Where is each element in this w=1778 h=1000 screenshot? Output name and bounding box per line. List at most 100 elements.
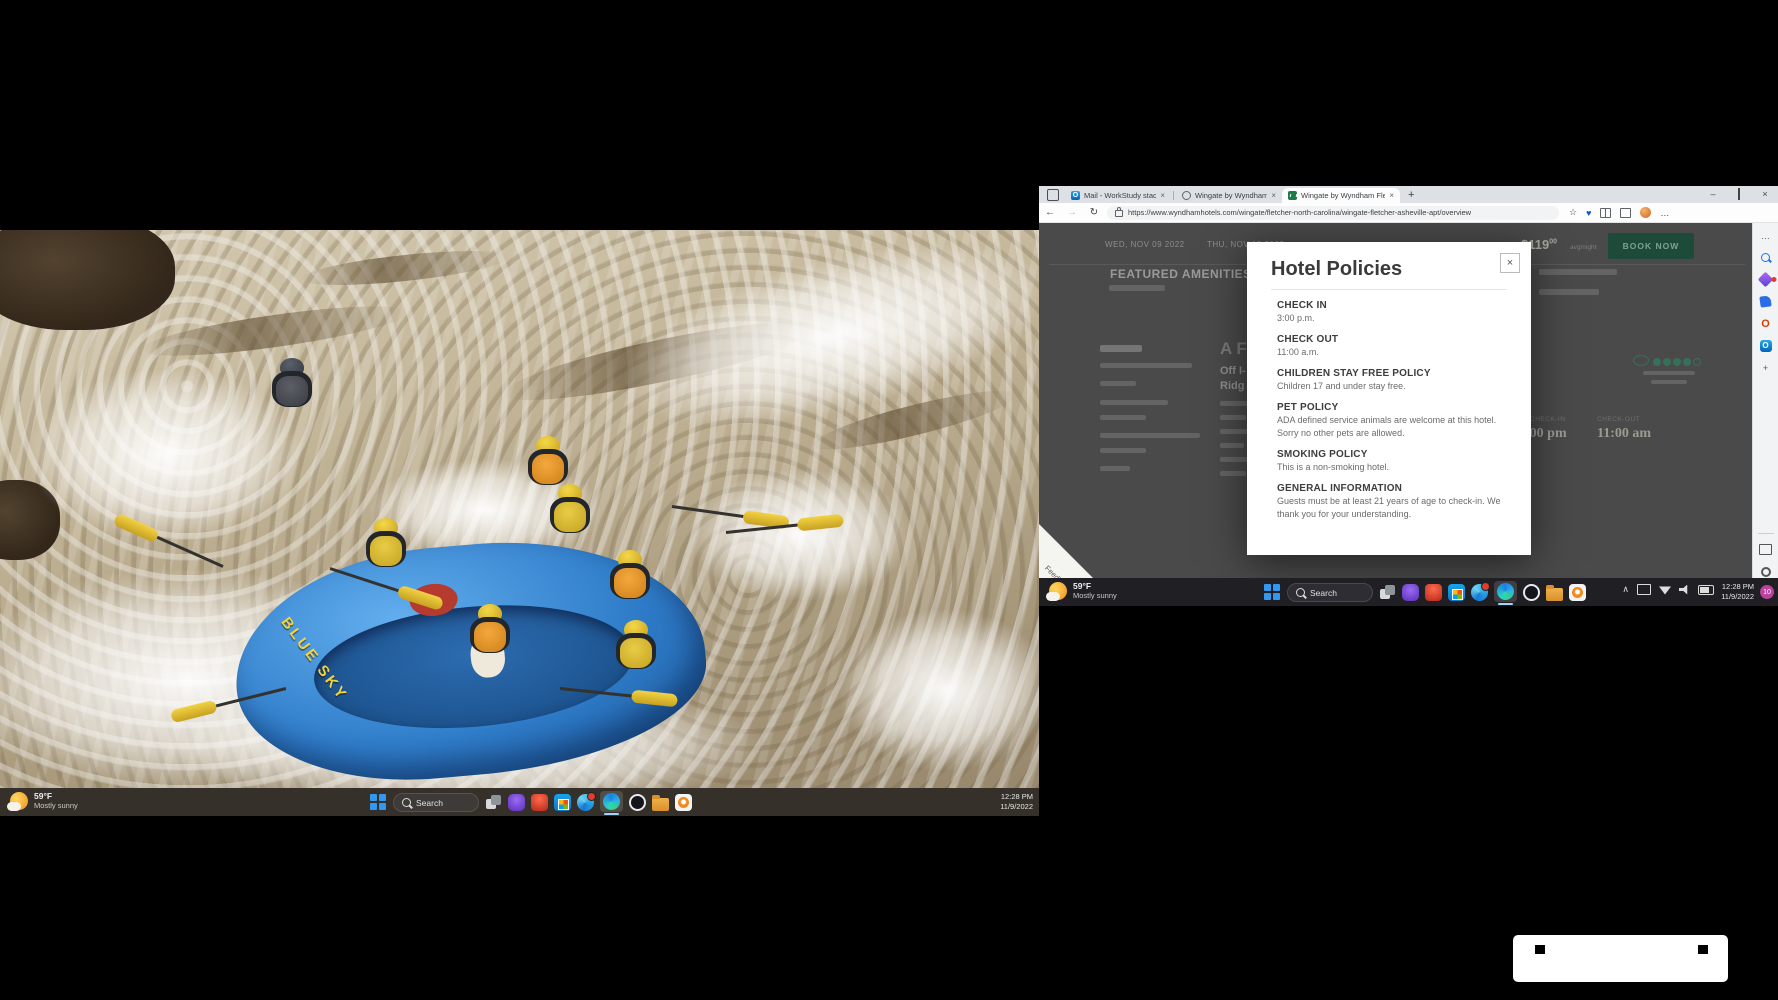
microsoft-store-icon[interactable] xyxy=(554,794,571,811)
taskbar-clock[interactable]: 12:28 PM 11/9/2022 xyxy=(1721,582,1754,602)
weather-widget[interactable]: 59°F Mostly sunny xyxy=(1049,581,1117,600)
edge-browser-window: O Mail - WorkStudy staceybare - O × Wing… xyxy=(1039,186,1778,578)
shopping-tag-icon[interactable] xyxy=(1759,295,1772,308)
close-window-button[interactable]: × xyxy=(1752,189,1778,199)
screenshot-tool-icon[interactable] xyxy=(1759,543,1772,556)
start-button[interactable] xyxy=(370,794,387,811)
red-app-icon[interactable] xyxy=(1425,584,1442,601)
paragraph-skeleton xyxy=(1220,429,1248,434)
hidden-icons-chevron[interactable]: ∧ xyxy=(1622,584,1629,595)
globe-app-icon[interactable] xyxy=(577,794,594,811)
forward-button[interactable]: → xyxy=(1061,207,1083,218)
foam xyxy=(690,470,910,600)
policy-heading: SMOKING POLICY xyxy=(1277,449,1501,460)
system-tray: ∧ xyxy=(1622,584,1714,595)
refresh-button[interactable]: ↻ xyxy=(1083,207,1105,218)
file-explorer-icon[interactable] xyxy=(1546,588,1563,601)
battery-icon[interactable] xyxy=(1698,585,1714,595)
address-bar[interactable]: https://www.wyndhamhotels.com/wingate/fl… xyxy=(1107,206,1559,220)
sidebar-add-icon[interactable]: + xyxy=(1759,361,1772,374)
policy-section-pet: PET POLICY ADA defined service animals a… xyxy=(1247,402,1531,440)
new-tab-icon[interactable]: + xyxy=(1408,189,1414,201)
orange-app-icon[interactable] xyxy=(1569,584,1586,601)
nav-item-skeleton xyxy=(1100,415,1146,420)
microsoft-store-icon[interactable] xyxy=(1448,584,1465,601)
nav-item-skeleton xyxy=(1100,381,1136,386)
display-tray-icon[interactable] xyxy=(1637,584,1651,595)
taskbar-search[interactable]: Search xyxy=(1287,583,1373,602)
purple-app-icon[interactable] xyxy=(508,794,525,811)
tab-close-icon[interactable]: × xyxy=(1160,191,1165,200)
nav-item-skeleton xyxy=(1100,400,1168,405)
policy-heading: CHECK OUT xyxy=(1277,334,1501,345)
sidebar-settings-gear-icon[interactable] xyxy=(1759,565,1772,578)
dark-circle-app-icon[interactable] xyxy=(629,794,646,811)
tab-search-wingate[interactable]: Wingate by Wyndham in Fletch × xyxy=(1176,188,1282,203)
restore-icon xyxy=(1738,188,1740,200)
purple-app-icon[interactable] xyxy=(1402,584,1419,601)
sidebar-search-icon[interactable] xyxy=(1759,251,1772,264)
edge-browser-icon[interactable] xyxy=(1494,581,1517,602)
wifi-icon[interactable] xyxy=(1659,585,1671,595)
copilot-icon[interactable] xyxy=(1759,273,1772,286)
tab-actions-icon[interactable] xyxy=(1047,189,1059,201)
foam xyxy=(840,610,1039,770)
page-subheadline: Off I- xyxy=(1220,365,1246,377)
policy-section-general: GENERAL INFORMATION Guests must be at le… xyxy=(1247,483,1531,521)
favorites-star-icon[interactable]: ☆ xyxy=(1569,207,1577,218)
tripadvisor-icon xyxy=(1633,355,1649,366)
paragraph-skeleton xyxy=(1220,401,1248,406)
wyndham-favicon xyxy=(1288,191,1297,200)
split-screen-icon[interactable] xyxy=(1600,208,1611,218)
weather-widget[interactable]: 59°F Mostly sunny xyxy=(10,791,78,810)
modal-title: Hotel Policies xyxy=(1271,258,1531,281)
task-view-icon[interactable] xyxy=(485,794,502,811)
foam xyxy=(30,370,300,540)
office-icon[interactable]: O xyxy=(1759,317,1772,330)
weather-temp: 59°F xyxy=(1073,581,1117,591)
rafter xyxy=(550,484,596,536)
rafter xyxy=(366,518,412,570)
globe-app-icon[interactable] xyxy=(1471,584,1488,601)
amenities-heading: FEATURED AMENITIES xyxy=(1110,267,1252,281)
policy-body: 3:00 p.m. xyxy=(1277,312,1501,325)
sidebar-outlook-icon[interactable]: O xyxy=(1759,339,1772,352)
taskbar-clock[interactable]: 12:28 PM 11/9/2022 xyxy=(1000,792,1033,812)
file-explorer-icon[interactable] xyxy=(652,798,669,811)
checkout-time: 11:00 am xyxy=(1597,426,1651,442)
collections-icon[interactable] xyxy=(1620,208,1631,218)
nav-item-skeleton xyxy=(1100,448,1146,453)
notification-badge[interactable]: 10 xyxy=(1760,585,1774,599)
profile-avatar[interactable] xyxy=(1640,207,1651,218)
orange-app-icon[interactable] xyxy=(675,794,692,811)
policy-section-smoking: SMOKING POLICY This is a non-smoking hot… xyxy=(1247,449,1531,474)
search-favicon xyxy=(1182,191,1191,200)
settings-ellipsis-icon[interactable]: … xyxy=(1660,208,1669,218)
start-button[interactable] xyxy=(1264,584,1281,601)
browser-essentials-icon[interactable]: ♥ xyxy=(1586,208,1591,218)
dot xyxy=(1535,945,1545,954)
book-now-button[interactable]: BOOK NOW xyxy=(1608,233,1694,259)
tab-wingate-active[interactable]: Wingate by Wyndham Fletcher × xyxy=(1282,188,1400,203)
clock-time: 12:28 PM xyxy=(1721,582,1754,592)
clock-date: 11/9/2022 xyxy=(1000,802,1033,812)
minimize-button[interactable]: – xyxy=(1700,189,1726,199)
amenities-item-skeleton xyxy=(1109,285,1165,291)
tab-close-icon[interactable]: × xyxy=(1389,191,1394,200)
modal-close-button[interactable]: × xyxy=(1500,253,1520,273)
tab-close-icon[interactable]: × xyxy=(1271,191,1276,200)
red-app-icon[interactable] xyxy=(531,794,548,811)
task-view-icon[interactable] xyxy=(1379,584,1396,601)
back-button[interactable]: ← xyxy=(1039,207,1061,218)
policy-body: Children 17 and under stay free. xyxy=(1277,380,1501,393)
dark-circle-app-icon[interactable] xyxy=(1523,584,1540,601)
taskbar-search[interactable]: Search xyxy=(393,793,479,812)
volume-icon[interactable] xyxy=(1679,585,1690,595)
restore-button[interactable] xyxy=(1726,189,1752,199)
sidebar-ellipsis-icon[interactable]: … xyxy=(1759,229,1772,242)
policy-heading: GENERAL INFORMATION xyxy=(1277,483,1501,494)
tab-mail[interactable]: O Mail - WorkStudy staceybare - O × xyxy=(1065,188,1171,203)
edge-browser-icon[interactable] xyxy=(600,791,623,812)
rating-text-skeleton xyxy=(1651,380,1687,384)
taskbar-left-monitor: 59°F Mostly sunny Search 12:28 PM 11/9/2… xyxy=(0,788,1039,816)
